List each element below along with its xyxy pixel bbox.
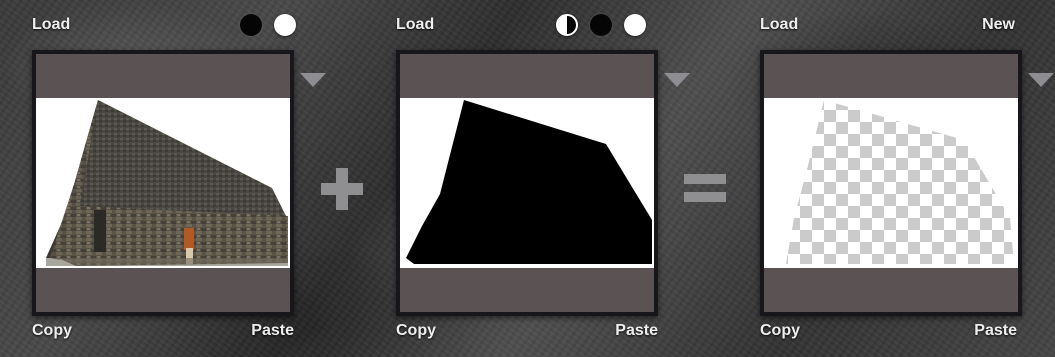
paste-button[interactable]: Paste xyxy=(615,322,658,340)
equals-icon xyxy=(684,168,726,210)
tile-top-band[interactable] xyxy=(764,54,1018,98)
color-swatch-group xyxy=(240,14,296,36)
triangle-down-icon[interactable] xyxy=(300,73,326,87)
stone-barn-photo[interactable] xyxy=(36,98,290,268)
color-swatch-group xyxy=(556,14,646,36)
copy-button[interactable]: Copy xyxy=(760,322,800,340)
white-dot-icon[interactable] xyxy=(274,14,296,36)
load-button[interactable]: Load xyxy=(760,16,798,34)
tile-top-band[interactable] xyxy=(36,54,290,98)
mask-silhouette xyxy=(406,100,652,264)
result-panel: Load New Copy Paste xyxy=(760,0,1055,357)
half-dot-icon[interactable] xyxy=(556,14,578,36)
load-button[interactable]: Load xyxy=(396,16,434,34)
new-button[interactable]: New xyxy=(982,16,1015,34)
mask-image-tile xyxy=(396,50,658,316)
white-dot-icon[interactable] xyxy=(624,14,646,36)
tile-bottom-band[interactable] xyxy=(36,268,290,312)
checker-result xyxy=(786,100,1014,264)
triangle-down-icon[interactable] xyxy=(664,73,690,87)
copy-button[interactable]: Copy xyxy=(396,322,436,340)
tile-top-band[interactable] xyxy=(400,54,654,98)
plus-icon xyxy=(321,168,363,210)
result-image-tile xyxy=(760,50,1022,316)
source-panel: Load Copy Paste xyxy=(32,0,332,357)
paste-button[interactable]: Paste xyxy=(974,322,1017,340)
load-button[interactable]: Load xyxy=(32,16,70,34)
tile-bottom-band[interactable] xyxy=(400,268,654,312)
black-barn-silhouette[interactable] xyxy=(400,98,654,268)
triangle-down-icon[interactable] xyxy=(1028,73,1054,87)
tile-bottom-band[interactable] xyxy=(764,268,1018,312)
barn-illustration xyxy=(46,100,288,266)
copy-button[interactable]: Copy xyxy=(32,322,72,340)
transparent-checker-shape[interactable] xyxy=(764,98,1018,268)
source-image-tile xyxy=(32,50,294,316)
mask-panel: Load Copy Paste xyxy=(396,0,696,357)
black-dot-icon[interactable] xyxy=(590,14,612,36)
black-dot-icon[interactable] xyxy=(240,14,262,36)
paste-button[interactable]: Paste xyxy=(251,322,294,340)
